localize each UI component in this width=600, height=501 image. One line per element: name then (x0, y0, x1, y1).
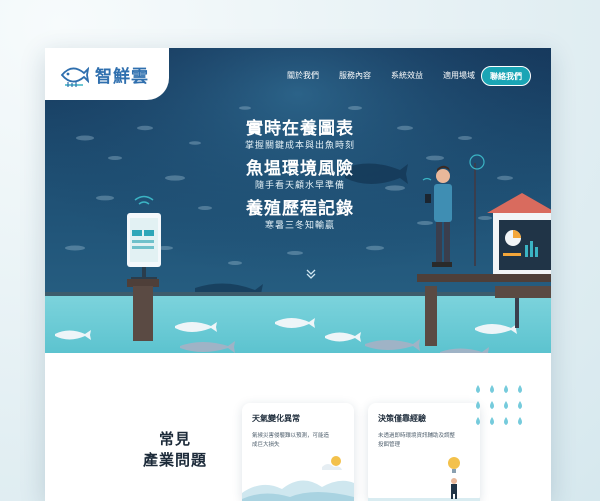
water-drops-decoration (476, 385, 522, 425)
issue-card-weather: 天氣變化異常 氣候災害侵襲難以預測，可能造成巨大損失 (242, 403, 354, 501)
brand-logo[interactable]: 智鮮雲 (45, 48, 169, 100)
hero-title-2: 魚塭環境風險 (246, 159, 354, 179)
issue-card-experience: 決策僅靠經驗 未透過即時環境資訊輔助及調整投餌管理 (368, 403, 480, 501)
double-chevron-down-icon[interactable] (305, 268, 317, 280)
hero-section: 智鮮雲 關於我們 服務內容 系統效益 適用場域 聯絡我們 實時在養圖表 掌握關鍵… (45, 48, 551, 353)
lightbulb-person-illustration (368, 457, 480, 501)
hero-subtitle-3: 寒暑三冬知輸贏 (264, 221, 335, 231)
nav-link-about[interactable]: 關於我們 (287, 70, 319, 81)
hero-title-1: 實時在養圖表 (246, 119, 354, 139)
nav-link-fields[interactable]: 適用場域 (443, 70, 475, 81)
hero-subtitle-1: 掌握關鍵成本與出魚時刻 (244, 141, 355, 151)
website-card: 智鮮雲 關於我們 服務內容 系統效益 適用場域 聯絡我們 實時在養圖表 掌握關鍵… (45, 48, 551, 501)
nav-link-benefits[interactable]: 系統效益 (391, 70, 423, 81)
issues-title: 常見 產業問題 (135, 429, 215, 471)
fish-logo-icon (60, 66, 89, 87)
weather-illustration (242, 456, 354, 501)
nav-link-services[interactable]: 服務內容 (339, 70, 371, 81)
issue-card-title: 決策僅靠經驗 (378, 414, 426, 423)
hero-headlines: 實時在養圖表 掌握關鍵成本與出魚時刻 魚塭環境風險 隨手看天顧水早準備 養殖歷程… (215, 118, 385, 238)
top-navigation: 智鮮雲 關於我們 服務內容 系統效益 適用場域 聯絡我們 (45, 48, 551, 104)
nav-links: 關於我們 服務內容 系統效益 適用場域 (287, 70, 475, 81)
hero-title-3: 養殖歷程記錄 (246, 199, 354, 219)
issues-title-line1: 常見 (158, 430, 191, 448)
hero-subtitle-2: 隨手看天顧水早準備 (254, 181, 345, 191)
issue-card-body: 氣候災害侵襲難以預測，可能造成巨大損失 (252, 433, 330, 448)
issues-section: 常見 產業問題 天氣變化異常 氣候災害侵襲難以預測，可能造成巨大損失 決策僅靠經… (45, 353, 551, 501)
issue-card-title: 天氣變化異常 (252, 414, 300, 423)
brand-name: 智鮮雲 (95, 66, 149, 87)
pond-fish-illustration (55, 286, 551, 353)
issues-title-line2: 產業問題 (142, 451, 207, 469)
contact-button[interactable]: 聯絡我們 (481, 66, 531, 86)
